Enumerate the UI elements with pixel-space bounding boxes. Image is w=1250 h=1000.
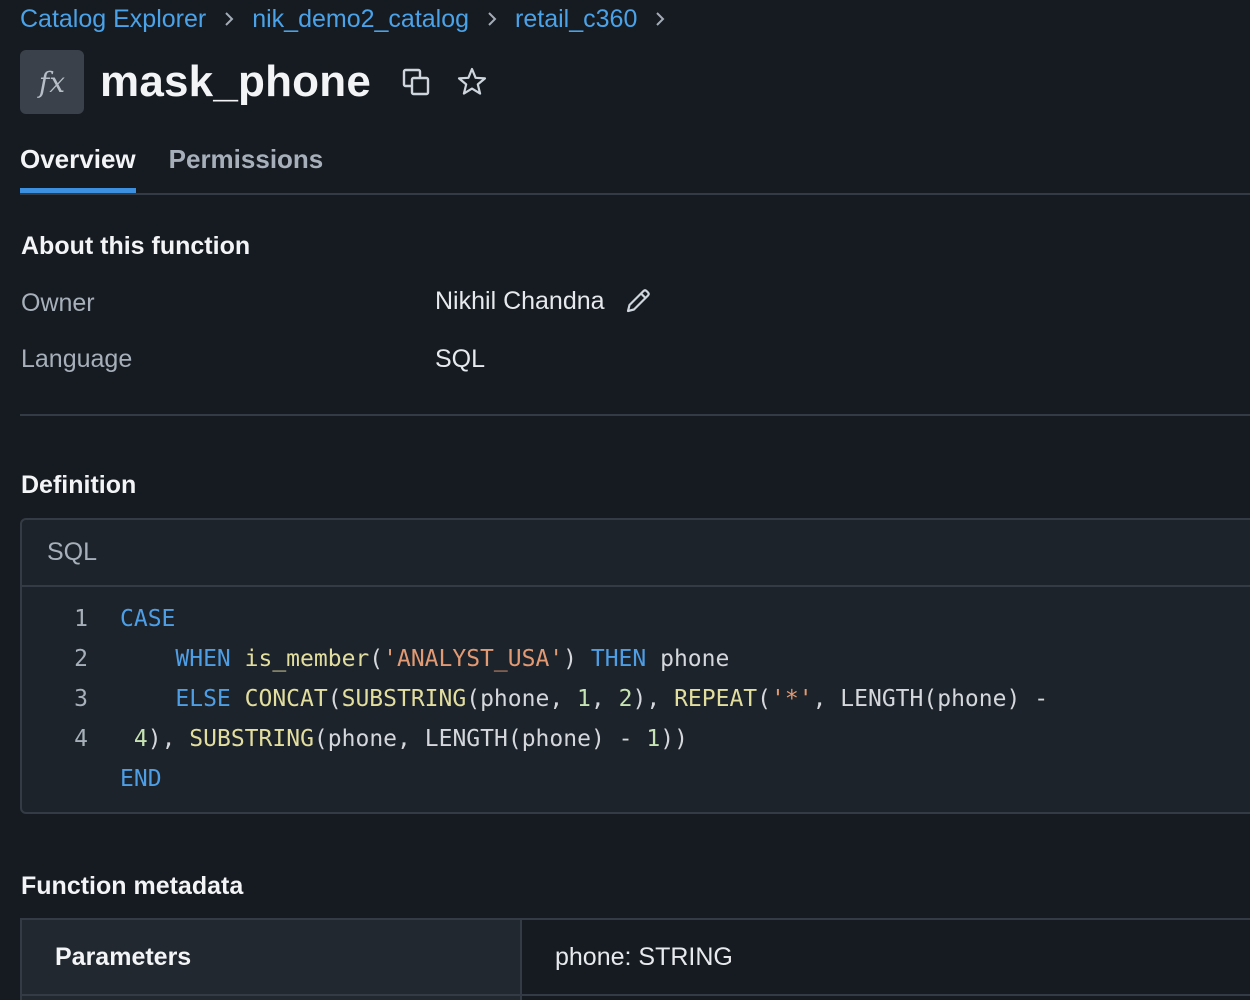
title-row: fx mask_phone — [20, 50, 489, 114]
pencil-icon[interactable] — [623, 286, 653, 316]
code-language-label: SQL — [22, 520, 1250, 587]
breadcrumb-catalog[interactable]: nik_demo2_catalog — [252, 5, 469, 34]
metadata-next-row — [22, 996, 522, 1000]
function-icon-label: fx — [38, 65, 66, 99]
metadata-table: Parameters phone: STRING — [20, 918, 1250, 1000]
function-detail-page: Catalog Explorer nik_demo2_catalog retai… — [0, 0, 1250, 1000]
copy-icon[interactable] — [399, 65, 433, 99]
tab-overview[interactable]: Overview — [20, 136, 136, 193]
chevron-right-icon — [222, 11, 236, 27]
chevron-right-icon — [485, 11, 499, 27]
breadcrumb-schema[interactable]: retail_c360 — [515, 5, 637, 34]
line-number: 1 — [74, 606, 88, 632]
code-line: ELSE CONCAT(SUBSTRING(phone, 1, 2), REPE… — [175, 686, 1049, 712]
owner-value: Nikhil Chandna — [435, 286, 605, 315]
code-line: WHEN is_member('ANALYST_USA') THEN phone — [175, 646, 730, 672]
tab-bar: Overview Permissions — [20, 136, 1250, 195]
line-number: 4 — [74, 726, 88, 752]
breadcrumb: Catalog Explorer nik_demo2_catalog retai… — [20, 2, 683, 36]
chevron-right-icon — [653, 11, 667, 27]
star-icon[interactable] — [455, 65, 489, 99]
metadata-heading: Function metadata — [21, 872, 244, 900]
metadata-value-parameters: phone: STRING — [522, 920, 1250, 996]
function-icon: fx — [20, 50, 84, 114]
owner-label: Owner — [21, 289, 95, 317]
section-divider — [20, 414, 1250, 416]
metadata-key-parameters: Parameters — [22, 920, 522, 996]
code-line: CASE — [120, 606, 176, 632]
code-line: 4), SUBSTRING(phone, LENGTH(phone) - 1)) — [133, 726, 688, 752]
code-line: END — [120, 766, 162, 792]
language-value: SQL — [435, 345, 486, 373]
line-number: 3 — [74, 686, 88, 712]
language-label: Language — [21, 345, 133, 373]
code-block: SQL 1 2 3 4 CASE WHEN is_member('ANALYST… — [20, 518, 1250, 814]
owner-value-container: Nikhil Chandna — [435, 286, 653, 316]
line-number: 2 — [74, 646, 88, 672]
breadcrumb-catalog-explorer[interactable]: Catalog Explorer — [20, 5, 206, 34]
definition-heading: Definition — [21, 471, 137, 499]
tab-permissions[interactable]: Permissions — [169, 136, 324, 191]
about-heading: About this function — [21, 232, 251, 260]
page-title: mask_phone — [100, 57, 371, 106]
